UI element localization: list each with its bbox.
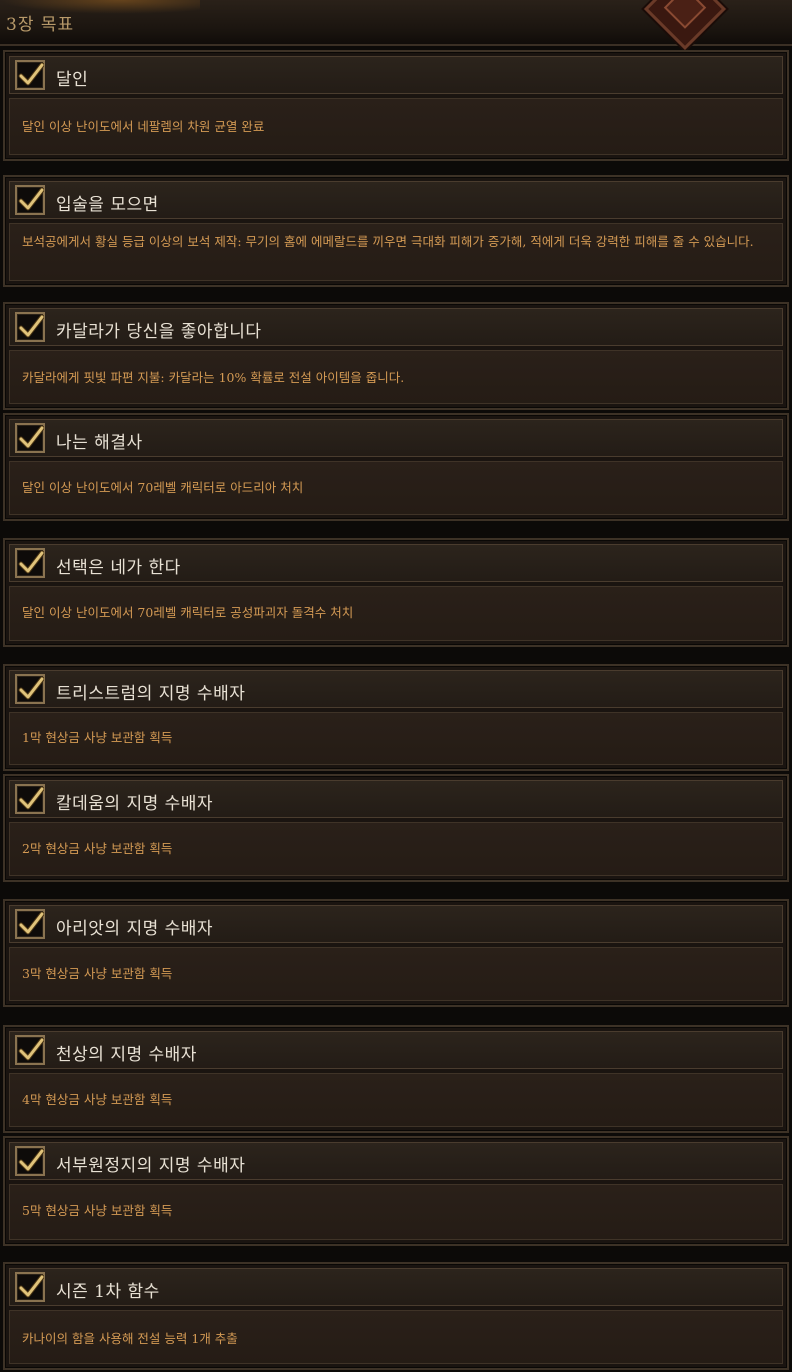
checkmark-icon xyxy=(18,62,44,86)
objective-title-bar: 선택은 네가 한다 xyxy=(9,544,783,582)
objective-panel: 칼데움의 지명 수배자 2막 현상금 사냥 보관함 획득 xyxy=(3,774,789,882)
objective-panel: 달인 달인 이상 난이도에서 네팔렘의 차원 균열 완료 xyxy=(3,50,789,161)
checkmark-icon xyxy=(18,786,44,810)
checkmark-icon xyxy=(18,676,44,700)
objective-description-box: 1막 현상금 사냥 보관함 획득 xyxy=(9,712,783,765)
checkmark-icon xyxy=(18,1148,44,1172)
objective-panel: 나는 해결사 달인 이상 난이도에서 70레벨 캐릭터로 아드리아 처치 xyxy=(3,413,789,521)
objective-description-box: 카나이의 함을 사용해 전설 능력 1개 추출 xyxy=(9,1310,783,1364)
objective-checkbox[interactable] xyxy=(15,423,45,453)
objective-checkbox[interactable] xyxy=(15,60,45,90)
objective-title-bar: 시즌 1차 함수 xyxy=(9,1268,783,1306)
objective-description: 카나이의 함을 사용해 전설 능력 1개 추출 xyxy=(22,1331,238,1346)
objective-title: 나는 해결사 xyxy=(56,433,143,453)
objective-description-box: 보석공에게서 황실 등급 이상의 보석 제작: 무기의 홈에 에메랄드를 끼우면… xyxy=(9,223,783,281)
objective-description-box: 2막 현상금 사냥 보관함 획득 xyxy=(9,822,783,876)
checkmark-icon xyxy=(18,425,44,449)
objective-panel: 아리앗의 지명 수배자 3막 현상금 사냥 보관함 획득 xyxy=(3,899,789,1007)
objective-panel: 선택은 네가 한다 달인 이상 난이도에서 70레벨 캐릭터로 공성파괴자 돌격… xyxy=(3,538,789,647)
objective-description-box: 달인 이상 난이도에서 네팔렘의 차원 균열 완료 xyxy=(9,98,783,155)
objective-description: 2막 현상금 사냥 보관함 획득 xyxy=(22,841,173,856)
objective-description-box: 4막 현상금 사냥 보관함 획득 xyxy=(9,1073,783,1127)
objective-title: 트리스트럼의 지명 수배자 xyxy=(56,684,246,704)
objective-checkbox[interactable] xyxy=(15,312,45,342)
objective-title-bar: 카달라가 당신을 좋아합니다 xyxy=(9,308,783,346)
objective-checkbox[interactable] xyxy=(15,185,45,215)
objective-description: 달인 이상 난이도에서 네팔렘의 차원 균열 완료 xyxy=(22,119,265,134)
objective-description-box: 카달라에게 핏빛 파편 지불: 카달라는 10% 확률로 전설 아이템을 줍니다… xyxy=(9,350,783,404)
objective-checkbox[interactable] xyxy=(15,1035,45,1065)
objective-description: 1막 현상금 사냥 보관함 획득 xyxy=(22,730,173,745)
objective-title: 시즌 1차 함수 xyxy=(56,1282,160,1302)
objective-title-bar: 천상의 지명 수배자 xyxy=(9,1031,783,1069)
objective-checkbox[interactable] xyxy=(15,548,45,578)
objective-checkbox[interactable] xyxy=(15,1272,45,1302)
objective-title: 달인 xyxy=(56,70,89,90)
checkmark-icon xyxy=(18,1037,44,1061)
objective-title-bar: 달인 xyxy=(9,56,783,94)
objective-description: 보석공에게서 황실 등급 이상의 보석 제작: 무기의 홈에 에메랄드를 끼우면… xyxy=(22,234,754,249)
objective-title-bar: 입술을 모으면 xyxy=(9,181,783,219)
objective-title: 칼데움의 지명 수배자 xyxy=(56,794,214,814)
objective-description: 달인 이상 난이도에서 70레벨 캐릭터로 공성파괴자 돌격수 처치 xyxy=(22,605,354,620)
header-bar: 3장 목표 xyxy=(0,0,792,51)
objective-checkbox[interactable] xyxy=(15,674,45,704)
objective-description: 달인 이상 난이도에서 70레벨 캐릭터로 아드리아 처치 xyxy=(22,480,304,495)
objective-description-box: 5막 현상금 사냥 보관함 획득 xyxy=(9,1184,783,1240)
objective-checkbox[interactable] xyxy=(15,784,45,814)
objective-title: 아리앗의 지명 수배자 xyxy=(56,919,214,939)
objective-panel: 서부원정지의 지명 수배자 5막 현상금 사냥 보관함 획득 xyxy=(3,1136,789,1246)
objective-panel: 시즌 1차 함수 카나이의 함을 사용해 전설 능력 1개 추출 xyxy=(3,1262,789,1370)
emblem-icon xyxy=(643,0,727,51)
objective-description: 5막 현상금 사냥 보관함 획득 xyxy=(22,1203,173,1218)
objective-checkbox[interactable] xyxy=(15,1146,45,1176)
objective-title-bar: 서부원정지의 지명 수배자 xyxy=(9,1142,783,1180)
page-title: 3장 목표 xyxy=(6,15,75,35)
objective-title: 천상의 지명 수배자 xyxy=(56,1045,197,1065)
objective-panel: 입술을 모으면 보석공에게서 황실 등급 이상의 보석 제작: 무기의 홈에 에… xyxy=(3,175,789,287)
objective-panel: 트리스트럼의 지명 수배자 1막 현상금 사냥 보관함 획득 xyxy=(3,664,789,771)
objective-title-bar: 트리스트럼의 지명 수배자 xyxy=(9,670,783,708)
checkmark-icon xyxy=(18,911,44,935)
objective-description: 3막 현상금 사냥 보관함 획득 xyxy=(22,966,173,981)
objective-title: 선택은 네가 한다 xyxy=(56,558,181,578)
objective-title-bar: 나는 해결사 xyxy=(9,419,783,457)
objective-panel: 카달라가 당신을 좋아합니다 카달라에게 핏빛 파편 지불: 카달라는 10% … xyxy=(3,302,789,410)
objective-title: 입술을 모으면 xyxy=(56,195,159,215)
objective-title: 카달라가 당신을 좋아합니다 xyxy=(56,322,262,342)
checkmark-icon xyxy=(18,550,44,574)
checkmark-icon xyxy=(18,187,44,211)
objective-title: 서부원정지의 지명 수배자 xyxy=(56,1156,246,1176)
checkmark-icon xyxy=(18,1274,44,1298)
objective-title-bar: 아리앗의 지명 수배자 xyxy=(9,905,783,943)
objective-checkbox[interactable] xyxy=(15,909,45,939)
checkmark-icon xyxy=(18,314,44,338)
objective-description: 카달라에게 핏빛 파편 지불: 카달라는 10% 확률로 전설 아이템을 줍니다… xyxy=(22,370,405,385)
objective-panel: 천상의 지명 수배자 4막 현상금 사냥 보관함 획득 xyxy=(3,1025,789,1133)
objective-description: 4막 현상금 사냥 보관함 획득 xyxy=(22,1092,173,1107)
objective-description-box: 달인 이상 난이도에서 70레벨 캐릭터로 공성파괴자 돌격수 처치 xyxy=(9,586,783,641)
objective-title-bar: 칼데움의 지명 수배자 xyxy=(9,780,783,818)
objective-description-box: 달인 이상 난이도에서 70레벨 캐릭터로 아드리아 처치 xyxy=(9,461,783,515)
objective-description-box: 3막 현상금 사냥 보관함 획득 xyxy=(9,947,783,1001)
